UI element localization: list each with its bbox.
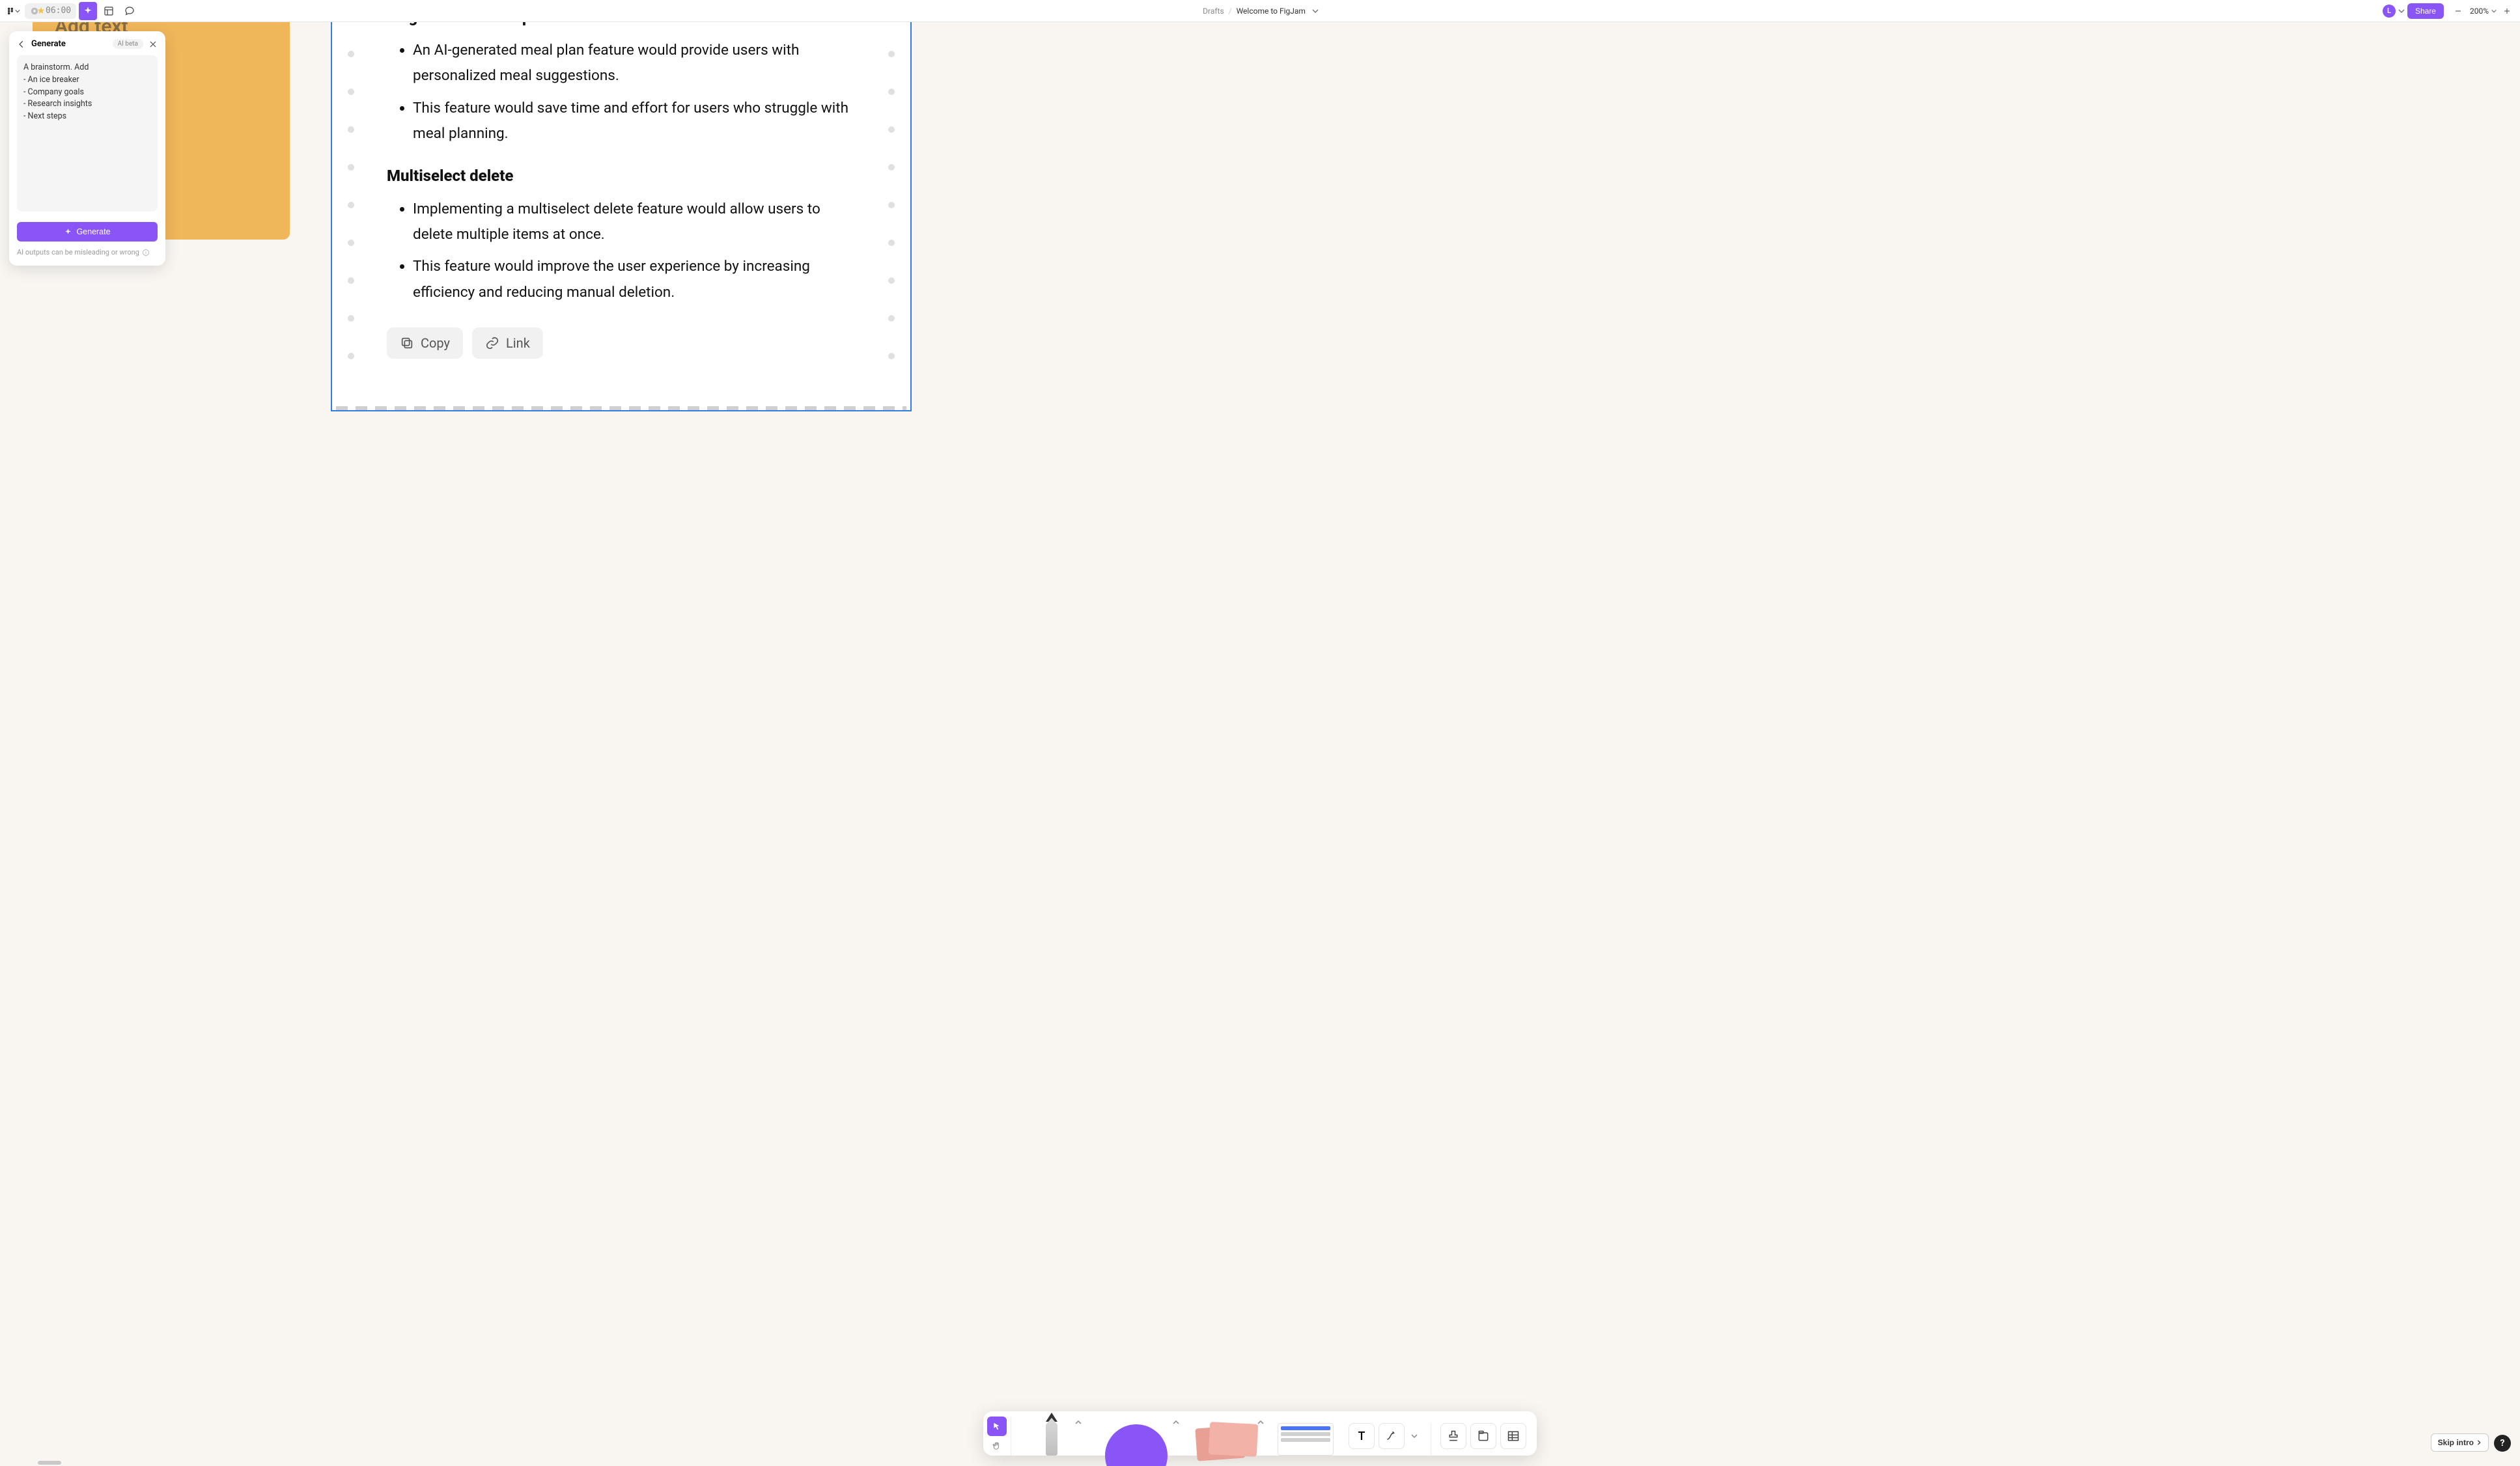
chevron-up-icon — [1257, 1419, 1264, 1426]
plus-icon — [2503, 7, 2511, 15]
connector-icon — [1385, 1430, 1398, 1443]
hand-mode-button[interactable] — [987, 1436, 1007, 1456]
select-mode-button[interactable] — [987, 1417, 1007, 1436]
bullet-list: Implementing a multiselect delete featur… — [413, 197, 856, 306]
resize-handles-left[interactable] — [348, 51, 354, 359]
breadcrumb-current[interactable]: Welcome to FigJam — [1237, 7, 1306, 16]
text-icon: T — [1358, 1430, 1365, 1443]
star-icon — [36, 7, 46, 16]
sticky-note-tool[interactable] — [1188, 1415, 1267, 1456]
templates-button[interactable] — [100, 2, 118, 20]
tool-options-toggle[interactable] — [1257, 1419, 1264, 1426]
bottom-toolbar: T — [983, 1411, 1537, 1456]
layout-icon — [104, 6, 114, 16]
ai-sparkle-button[interactable] — [79, 2, 97, 20]
topbar: 06:00 Drafts / Welcome to FigJam L Share… — [0, 0, 2520, 22]
shape-tool[interactable] — [1091, 1415, 1182, 1456]
ai-disclaimer: AI outputs can be misleading or wrong — [17, 248, 158, 256]
tool-options-toggle[interactable] — [1173, 1419, 1179, 1426]
section-tool-button[interactable] — [1470, 1423, 1496, 1449]
tool-options-toggle[interactable] — [1075, 1419, 1082, 1426]
zoom-in-button[interactable] — [2498, 2, 2516, 20]
skip-intro-button[interactable]: Skip intro — [2431, 1433, 2489, 1452]
timer-value: 06:00 — [46, 6, 71, 16]
help-button[interactable]: ? — [2494, 1435, 2511, 1452]
generate-button[interactable]: Generate — [17, 222, 158, 242]
selection-edge — [336, 406, 906, 410]
shape-circle-icon — [1105, 1424, 1168, 1466]
comment-icon — [124, 6, 135, 16]
connector-tool-button[interactable] — [1379, 1423, 1405, 1449]
link-button[interactable]: Link — [472, 327, 543, 359]
timer-pill[interactable]: 06:00 — [25, 3, 76, 19]
share-button[interactable]: Share — [2407, 3, 2444, 19]
list-item: An AI-generated meal plan feature would … — [413, 38, 856, 89]
section-heading: AI-generated meal plan — [387, 22, 856, 26]
figma-menu-button[interactable] — [4, 2, 22, 20]
back-icon[interactable] — [17, 40, 26, 49]
copy-icon — [400, 336, 414, 350]
close-icon[interactable] — [148, 40, 158, 49]
sparkle-icon — [64, 228, 72, 236]
connector-options-toggle[interactable] — [1408, 1423, 1420, 1449]
zoom-level[interactable]: 200% — [2469, 7, 2490, 16]
cursor-icon — [992, 1422, 1001, 1431]
chevron-down-icon — [15, 8, 20, 14]
copy-button[interactable]: Copy — [387, 327, 463, 359]
zoom-out-button[interactable] — [2449, 2, 2467, 20]
widget-thumbnail-icon — [1278, 1423, 1334, 1456]
breadcrumb-parent[interactable]: Drafts — [1203, 7, 1224, 16]
generate-panel: Generate AI beta Generate AI outputs can… — [9, 31, 165, 266]
pencil-icon — [1046, 1418, 1057, 1456]
section-heading: Multiselect delete — [387, 167, 856, 185]
chevron-down-icon — [1411, 1433, 1418, 1439]
chevron-right-icon — [2476, 1440, 2482, 1445]
bullet-list: An AI-generated meal plan feature would … — [413, 38, 856, 147]
resize-handles-right[interactable] — [888, 51, 895, 359]
chevron-down-icon[interactable] — [2398, 8, 2405, 14]
section-icon — [1477, 1430, 1490, 1443]
ai-output-card[interactable]: AI-generated meal plan An AI-generated m… — [331, 22, 912, 411]
chevron-up-icon — [1173, 1419, 1179, 1426]
canvas[interactable]: Add text Generate AI beta Generate AI ou… — [0, 22, 2520, 1466]
hand-icon — [992, 1441, 1001, 1450]
widgets-tool[interactable] — [1273, 1415, 1338, 1456]
avatar[interactable]: L — [2383, 5, 2396, 18]
horizontal-scrollbar[interactable] — [38, 1461, 61, 1465]
breadcrumb-separator: / — [1229, 7, 1232, 16]
minus-icon — [2454, 7, 2462, 15]
stamp-tool-button[interactable] — [1440, 1423, 1466, 1449]
sparkle-icon — [83, 6, 93, 16]
chevron-down-icon[interactable] — [2491, 8, 2497, 14]
list-item: This feature would save time and effort … — [413, 96, 856, 147]
ai-beta-badge: AI beta — [113, 39, 143, 49]
table-tool-button[interactable] — [1500, 1423, 1526, 1449]
stamp-icon — [1447, 1430, 1460, 1443]
list-item: This feature would improve the user expe… — [413, 254, 856, 305]
list-item: Implementing a multiselect delete featur… — [413, 197, 856, 248]
link-icon — [485, 336, 499, 350]
chevron-down-icon[interactable] — [1312, 8, 1319, 14]
generate-prompt-input[interactable] — [17, 55, 158, 212]
table-icon — [1507, 1430, 1520, 1443]
chevron-up-icon — [1075, 1419, 1082, 1426]
text-tool-button[interactable]: T — [1349, 1423, 1375, 1449]
breadcrumb: Drafts / Welcome to FigJam — [1203, 7, 1306, 16]
marker-tool[interactable] — [1019, 1415, 1084, 1456]
generate-panel-title: Generate — [31, 39, 107, 49]
figma-logo-icon — [6, 7, 15, 16]
sticky-note-icon — [1196, 1420, 1259, 1456]
info-icon[interactable] — [142, 249, 150, 256]
comments-button[interactable] — [120, 2, 139, 20]
